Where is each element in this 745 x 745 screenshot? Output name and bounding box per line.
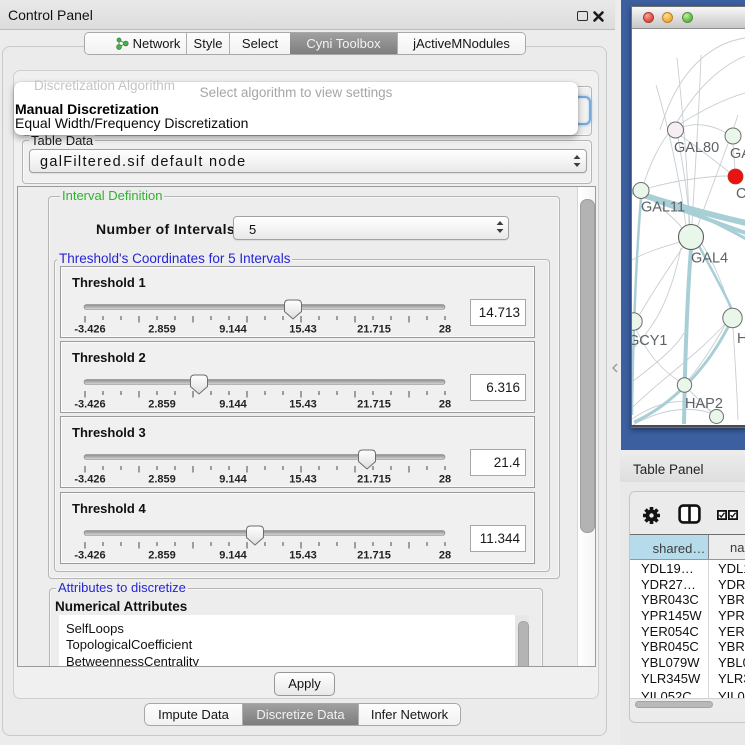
svg-text:21.715: 21.715 [357, 324, 391, 336]
svg-text:28: 28 [439, 474, 451, 486]
svg-text:21.715: 21.715 [357, 550, 391, 562]
svg-text:15.43: 15.43 [289, 324, 317, 336]
svg-text:15.43: 15.43 [289, 399, 317, 411]
svg-text:28: 28 [439, 399, 451, 411]
svg-text:21.715: 21.715 [357, 399, 391, 411]
svg-text:GAL: GAL [730, 146, 745, 162]
svg-text:-3.426: -3.426 [74, 324, 105, 336]
svg-text:28: 28 [439, 550, 451, 562]
svg-text:21.715: 21.715 [357, 474, 391, 486]
svg-text:-3.426: -3.426 [74, 550, 105, 562]
svg-text:2.859: 2.859 [148, 324, 176, 336]
svg-text:2.859: 2.859 [148, 399, 176, 411]
svg-text:2.859: 2.859 [148, 550, 176, 562]
svg-text:9.144: 9.144 [219, 550, 247, 562]
svg-text:-3.426: -3.426 [74, 399, 105, 411]
svg-text:HI: HI [737, 331, 745, 347]
svg-text:28: 28 [439, 324, 451, 336]
svg-text:GCY1: GCY1 [632, 333, 668, 349]
svg-text:CD: CD [736, 186, 745, 202]
svg-text:GAL80: GAL80 [674, 140, 719, 156]
svg-text:HAP2: HAP2 [685, 396, 723, 412]
svg-text:2.859: 2.859 [148, 474, 176, 486]
svg-text:15.43: 15.43 [289, 550, 317, 562]
svg-text:9.144: 9.144 [219, 324, 247, 336]
svg-text:GAL11: GAL11 [641, 200, 685, 216]
svg-text:15.43: 15.43 [289, 474, 317, 486]
svg-text:GAL4: GAL4 [691, 251, 728, 267]
svg-text:9.144: 9.144 [219, 399, 247, 411]
svg-text:-3.426: -3.426 [74, 474, 105, 486]
svg-text:9.144: 9.144 [219, 474, 247, 486]
